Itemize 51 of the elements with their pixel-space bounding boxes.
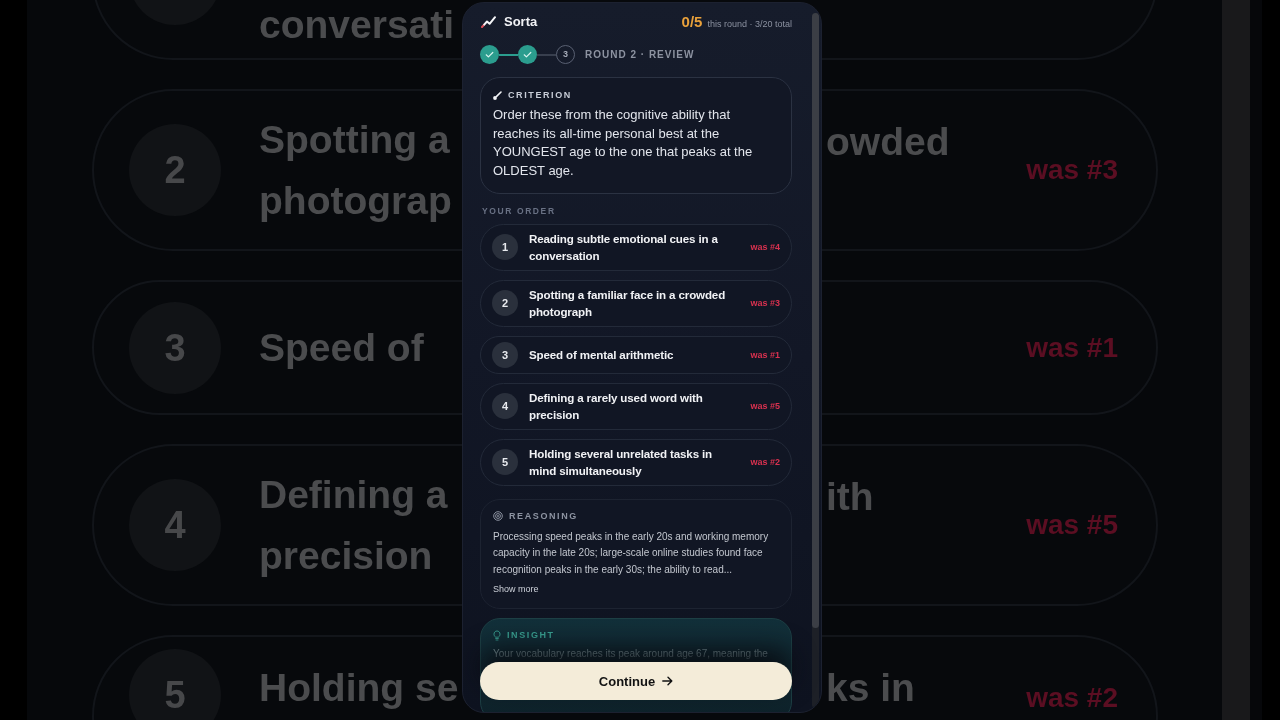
backdrop-text: conversati xyxy=(259,2,455,48)
backdrop-text: photograp xyxy=(259,178,452,224)
score-value: 0/5 xyxy=(681,13,703,31)
previous-rank: was #1 xyxy=(1026,330,1118,365)
backdrop-text: ks in xyxy=(826,665,915,711)
previous-rank: was #1 xyxy=(750,348,780,361)
order-item[interactable]: 3 Speed of mental arithmetic was #1 xyxy=(480,335,792,374)
rank-number: 2 xyxy=(492,290,518,317)
order-item[interactable]: 5 Holding several unrelated tasks in mind simultaneously was #2 xyxy=(480,438,792,486)
item-text: Speed of mental arithmetic xyxy=(529,347,675,364)
previous-rank: was #4 xyxy=(750,241,780,254)
continue-button[interactable]: Continue xyxy=(480,662,792,700)
show-more-link[interactable]: Show more xyxy=(493,583,539,596)
lightbulb-icon xyxy=(493,629,501,641)
item-text: Holding several unrelated tasks in mind simultaneously xyxy=(529,445,714,480)
section-label: INSIGHT xyxy=(507,629,555,642)
backdrop-text: Holding se xyxy=(259,665,459,711)
previous-rank: was #2 xyxy=(750,456,780,469)
target-icon xyxy=(493,510,503,521)
arrow-right-icon xyxy=(662,676,674,686)
item-text: Defining a rarely used word with precision xyxy=(529,389,704,424)
rank-number: 3 xyxy=(492,341,518,368)
order-item[interactable]: 2 Spotting a familiar face in a crowded photograph was #3 xyxy=(480,279,792,327)
app-name: Sorta xyxy=(504,14,538,30)
backdrop-text: Defining a xyxy=(259,472,448,518)
trend-line-icon xyxy=(481,16,496,28)
rank-number: 4 xyxy=(492,393,518,420)
previous-rank: was #5 xyxy=(1026,508,1118,542)
previous-rank: was #5 xyxy=(750,400,780,413)
wand-icon xyxy=(493,90,502,100)
order-item[interactable]: 1 Reading subtle emotional cues in a conversation was #4 xyxy=(480,223,792,271)
stage-label: ROUND 2 · REVIEW xyxy=(585,48,695,61)
score-note: this round · 3/20 total xyxy=(707,19,792,30)
criterion-text: Order these from the cognitive ability that reaches its all-time personal best at the YOUNGEST age to the one that peaks at the OLDEST age. xyxy=(493,106,754,181)
backdrop-text: ith xyxy=(826,474,874,520)
section-label: REASONING xyxy=(509,509,578,522)
item-text: Reading subtle emotional cues in a conversation xyxy=(529,230,719,265)
backdrop-text: Speed of xyxy=(259,325,424,371)
previous-rank: was #2 xyxy=(1026,681,1118,715)
reasoning-text: Processing speed peaks in the early 20s and working memory capacity in the late 20s; large-scale online studies found face recognition peaks in the early 30s; the ability to read... xyxy=(493,529,770,577)
rank-number: 5 xyxy=(492,449,518,476)
item-text: Spotting a familiar face in a crowded photograph xyxy=(529,286,727,321)
order-item[interactable]: 4 Defining a rarely used word with precision was #5 xyxy=(480,382,792,430)
backdrop-text: precision xyxy=(259,533,433,579)
section-label: CRITERION xyxy=(508,89,572,101)
previous-rank: was #3 xyxy=(1026,153,1118,187)
section-label: YOUR ORDER xyxy=(481,205,557,216)
backdrop-text: Spotting a xyxy=(259,117,450,163)
backdrop-text: owded xyxy=(826,119,950,165)
previous-rank: was #3 xyxy=(750,297,780,310)
rank-number: 1 xyxy=(492,234,518,261)
